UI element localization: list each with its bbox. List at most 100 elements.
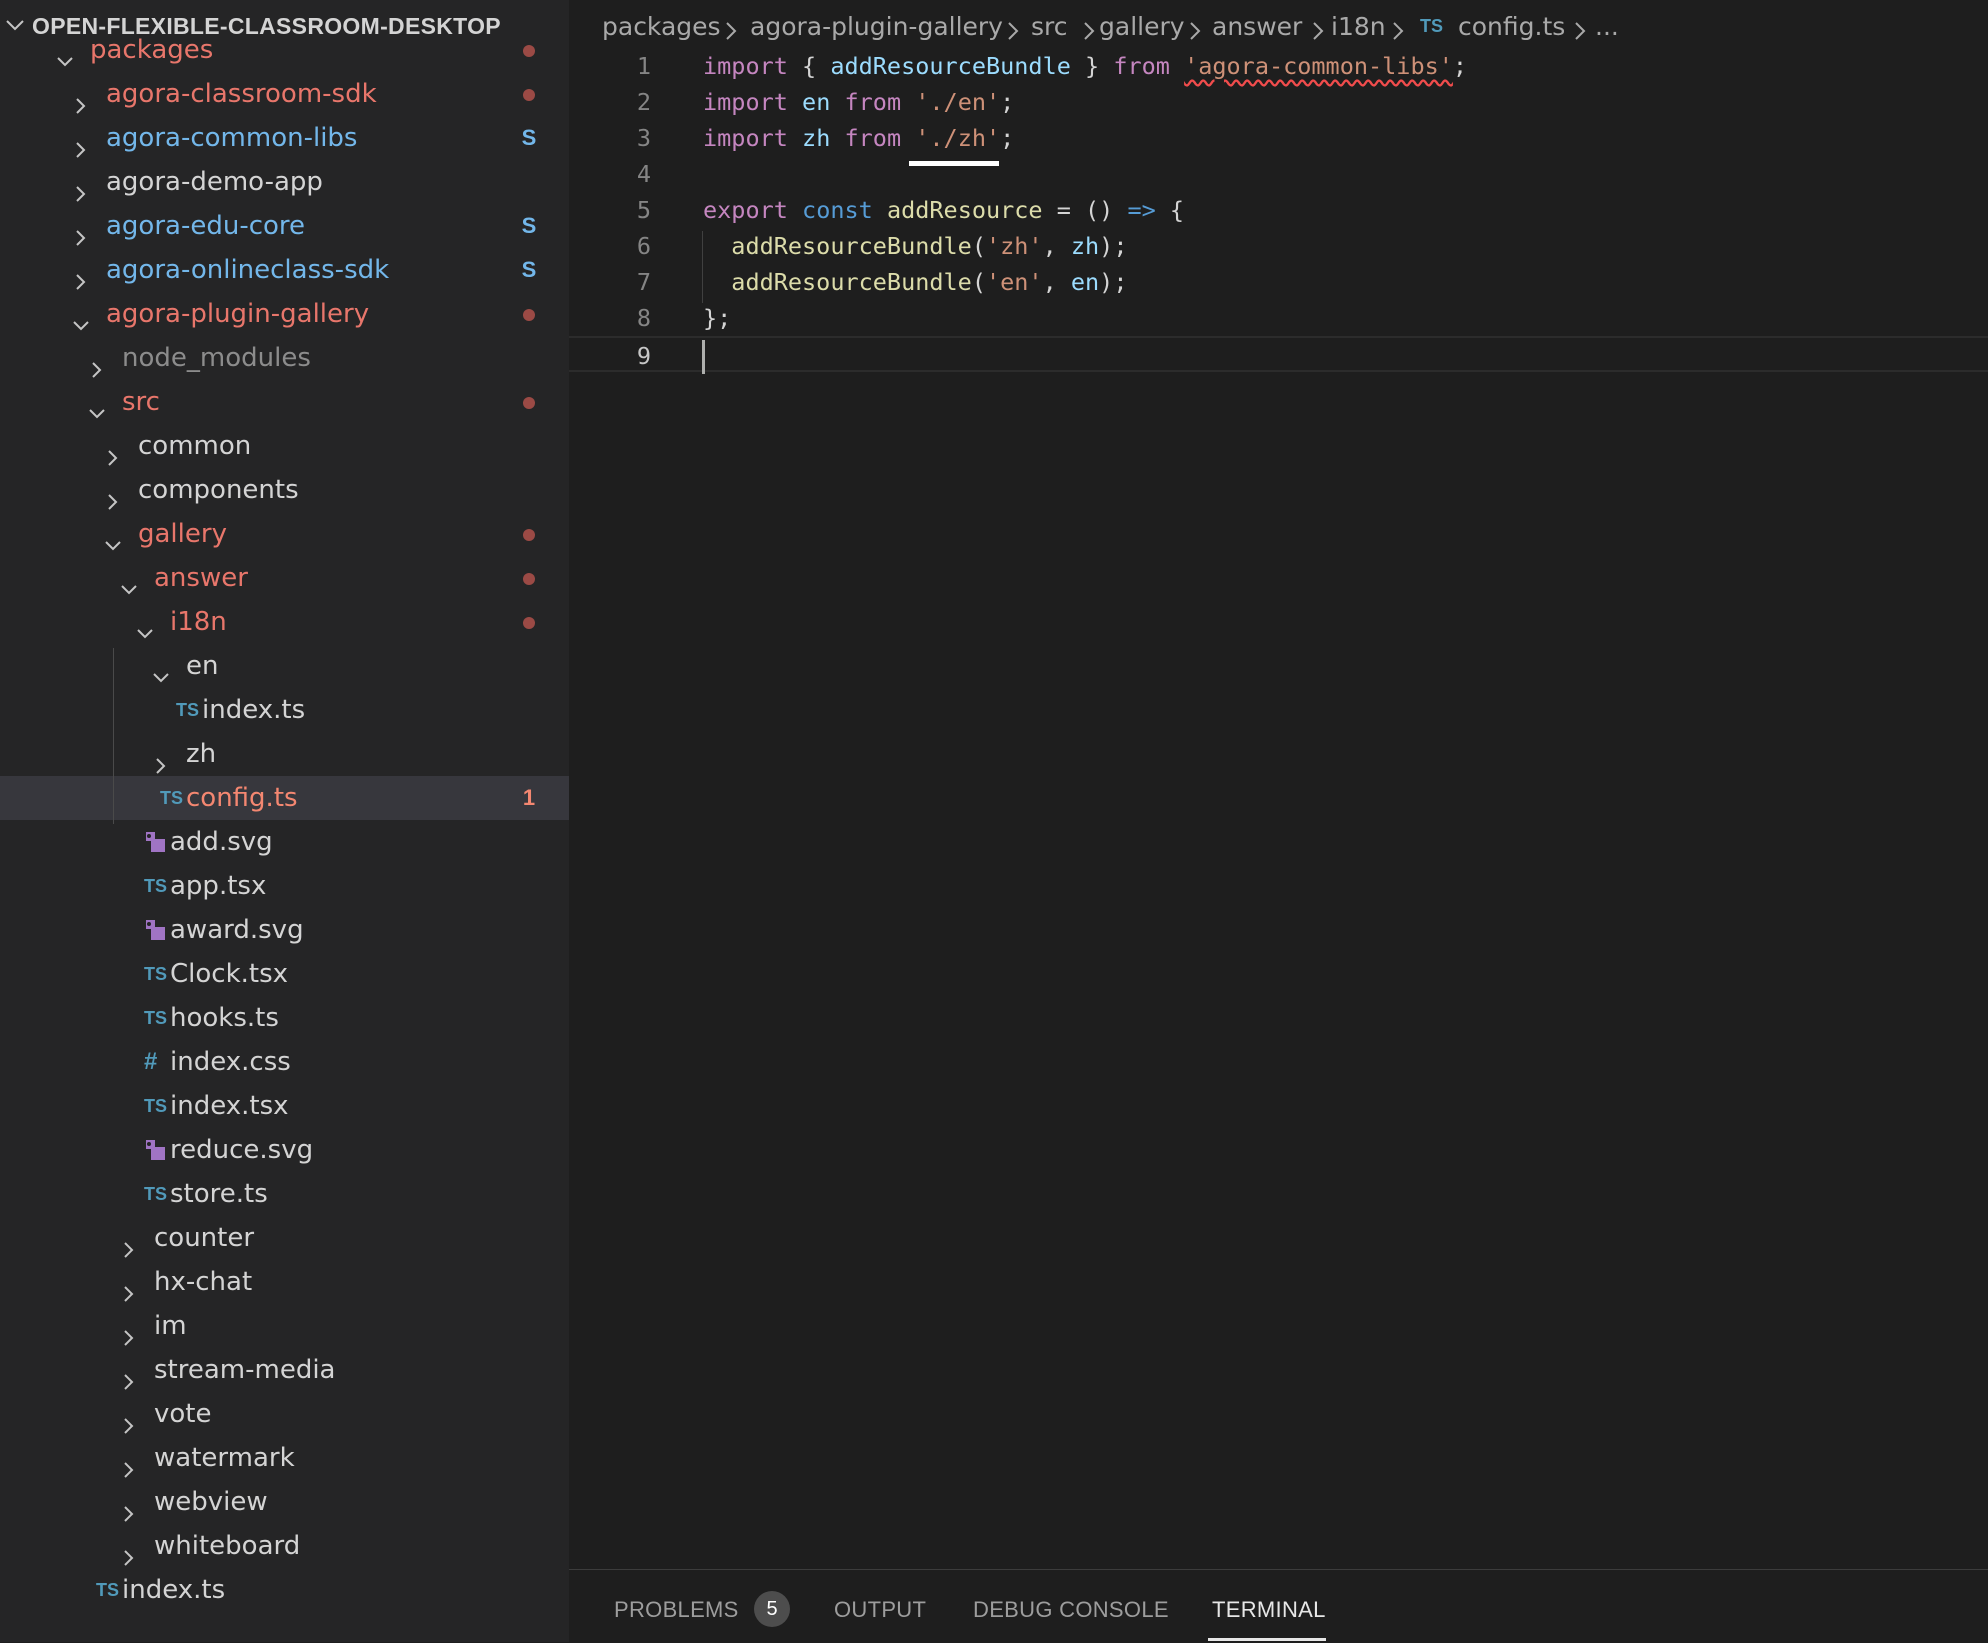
breadcrumb-item[interactable]: answer <box>1212 12 1302 41</box>
tree-folder[interactable]: node_modules <box>0 336 569 380</box>
chevron-right-icon[interactable] <box>72 85 90 114</box>
tree-folder[interactable]: answer <box>0 556 569 600</box>
tree-item-label: hooks.ts <box>170 1003 279 1033</box>
line-number: 9 <box>636 342 651 370</box>
chevron-down-icon[interactable] <box>88 393 106 419</box>
chevron-right-icon[interactable] <box>88 349 106 378</box>
chevron-right-icon[interactable] <box>120 1405 138 1434</box>
tab-debug-console[interactable]: DEBUG CONSOLE <box>973 1597 1169 1623</box>
tree-file[interactable]: # index.css <box>0 1040 569 1084</box>
breadcrumb-item[interactable]: i18n <box>1331 12 1386 41</box>
code-line[interactable]: 9 <box>569 336 1988 372</box>
chevron-right-icon[interactable] <box>120 1361 138 1390</box>
tree-folder[interactable]: webview <box>0 1480 569 1524</box>
tree-folder[interactable]: common <box>0 424 569 468</box>
chevron-down-icon[interactable] <box>56 41 74 67</box>
code-line[interactable]: 7 addResourceBundle('en', en); <box>569 264 1988 300</box>
breadcrumb-item[interactable]: ... <box>1595 12 1619 41</box>
tree-folder[interactable]: i18n <box>0 600 569 644</box>
chevron-right-icon[interactable] <box>120 1317 138 1346</box>
tree-folder[interactable]: agora-demo-app <box>0 160 569 204</box>
breadcrumb-item[interactable]: gallery <box>1099 12 1185 41</box>
breadcrumb-item[interactable]: src <box>1031 12 1068 41</box>
code-line[interactable]: 6 addResourceBundle('zh', zh); <box>569 228 1988 264</box>
code-line[interactable]: 4 <box>569 156 1988 192</box>
tree-folder[interactable]: watermark <box>0 1436 569 1480</box>
tree-folder[interactable]: components <box>0 468 569 512</box>
code-line[interactable]: 8}; <box>569 300 1988 336</box>
chevron-right-icon <box>1391 18 1405 47</box>
tree-folder[interactable]: zh <box>0 732 569 776</box>
tree-folder[interactable]: src <box>0 380 569 424</box>
tree-item-label: stream-media <box>154 1355 336 1385</box>
chevron-right-icon[interactable] <box>120 1449 138 1478</box>
modified-dot-icon <box>515 28 543 72</box>
tree-file[interactable]: TS Clock.tsx <box>0 952 569 996</box>
tree-folder[interactable]: gallery <box>0 512 569 556</box>
chevron-right-icon[interactable] <box>104 437 122 466</box>
chevron-down-icon[interactable] <box>72 305 90 331</box>
explorer-sidebar: OPEN-FLEXIBLE-CLASSROOM-DESKTOP packages… <box>0 0 569 1642</box>
tree-file[interactable]: TS app.tsx <box>0 864 569 908</box>
tree-item-label: common <box>138 431 252 461</box>
tab-output[interactable]: OUTPUT <box>834 1597 926 1623</box>
chevron-right-icon[interactable] <box>120 1537 138 1566</box>
chevron-right-icon[interactable] <box>72 217 90 246</box>
tree-item-label: components <box>138 475 299 505</box>
tree-file[interactable]: award.svg <box>0 908 569 952</box>
chevron-down-icon[interactable] <box>136 613 154 639</box>
tree-file[interactable]: add.svg <box>0 820 569 864</box>
tree-item-label: reduce.svg <box>170 1135 314 1165</box>
bracket-match-highlight <box>909 161 999 166</box>
chevron-right-icon[interactable] <box>120 1493 138 1522</box>
tree-file[interactable]: TS index.ts <box>0 688 569 732</box>
tree-folder[interactable]: counter <box>0 1216 569 1260</box>
tree-item-label: gallery <box>138 519 227 549</box>
tree-folder[interactable]: im <box>0 1304 569 1348</box>
code-line[interactable]: 2 import en from './en'; <box>569 84 1988 120</box>
breadcrumb-item[interactable]: config.ts <box>1458 12 1565 41</box>
typescript-file-icon: TS <box>160 788 184 808</box>
staged-badge: S <box>521 125 537 150</box>
tree-file[interactable]: TS index.tsx <box>0 1084 569 1128</box>
chevron-right-icon[interactable] <box>120 1273 138 1302</box>
tab-terminal[interactable]: TERMINAL <box>1212 1597 1326 1623</box>
typescript-file-icon: TS <box>144 1184 168 1204</box>
chevron-right-icon[interactable] <box>72 261 90 290</box>
chevron-right-icon[interactable] <box>120 1229 138 1258</box>
chevron-down-icon[interactable] <box>104 525 122 551</box>
tree-file[interactable]: TS store.ts <box>0 1172 569 1216</box>
tree-folder[interactable]: agora-edu-core S <box>0 204 569 248</box>
tab-problems[interactable]: PROBLEMS <box>614 1597 739 1623</box>
tree-folder[interactable]: packages <box>0 28 569 72</box>
breadcrumb-item[interactable]: agora-plugin-gallery <box>750 12 1003 41</box>
tree-folder[interactable]: vote <box>0 1392 569 1436</box>
tree-item-label: agora-demo-app <box>106 167 323 197</box>
tree-file[interactable]: TS config.ts 1 <box>0 776 569 820</box>
tree-file[interactable]: TS index.ts <box>0 1568 569 1612</box>
tree-folder[interactable]: en <box>0 644 569 688</box>
chevron-right-icon[interactable] <box>72 129 90 158</box>
chevron-down-icon[interactable] <box>152 657 170 683</box>
line-number: 5 <box>636 196 651 224</box>
chevron-down-icon[interactable] <box>120 569 138 595</box>
tree-item-label: store.ts <box>170 1179 268 1209</box>
chevron-right-icon[interactable] <box>152 745 170 774</box>
tree-folder[interactable]: whiteboard <box>0 1524 569 1568</box>
code-line[interactable]: 5 export const addResource = () => { <box>569 192 1988 228</box>
tree-file[interactable]: reduce.svg <box>0 1128 569 1172</box>
tree-folder[interactable]: agora-plugin-gallery <box>0 292 569 336</box>
tree-folder[interactable]: agora-classroom-sdk <box>0 72 569 116</box>
line-number: 6 <box>636 232 651 260</box>
tree-file[interactable]: TS hooks.ts <box>0 996 569 1040</box>
code-text: }; <box>703 304 732 332</box>
chevron-right-icon[interactable] <box>104 481 122 510</box>
tree-folder[interactable]: stream-media <box>0 1348 569 1392</box>
tree-folder[interactable]: agora-onlineclass-sdk S <box>0 248 569 292</box>
tree-folder[interactable]: agora-common-libs S <box>0 116 569 160</box>
tree-folder[interactable]: hx-chat <box>0 1260 569 1304</box>
breadcrumb-item[interactable]: packages <box>602 12 721 41</box>
code-line[interactable]: 3 import zh from './zh'; <box>569 120 1988 156</box>
chevron-right-icon[interactable] <box>72 173 90 202</box>
code-line[interactable]: 1 import { addResourceBundle } from 'agor… <box>569 48 1988 84</box>
